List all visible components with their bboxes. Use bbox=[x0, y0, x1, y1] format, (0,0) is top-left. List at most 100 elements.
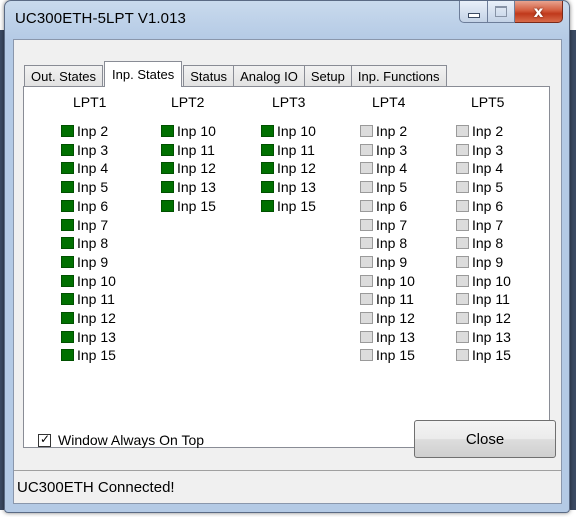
input-indicator: Inp 13 bbox=[161, 179, 216, 195]
input-label: Inp 12 bbox=[77, 310, 116, 326]
input-led bbox=[161, 181, 174, 194]
input-led bbox=[456, 162, 469, 175]
close-window-button[interactable]: x bbox=[515, 1, 563, 23]
desktop-background-right bbox=[570, 30, 576, 510]
input-label: Inp 2 bbox=[77, 123, 109, 139]
input-led bbox=[456, 349, 469, 362]
status-text: UC300ETH Connected! bbox=[17, 478, 175, 496]
input-indicator: Inp 6 bbox=[360, 198, 407, 214]
input-label: Inp 7 bbox=[376, 216, 408, 233]
input-label: Inp 11 bbox=[277, 141, 315, 158]
input-indicator: Inp 2 bbox=[360, 123, 407, 139]
always-on-top-option[interactable]: ✓ Window Always On Top bbox=[38, 432, 204, 448]
tab-inp-states[interactable]: Inp. States bbox=[104, 61, 183, 87]
input-indicator: Inp 15 bbox=[456, 347, 511, 363]
input-label: Inp 10 bbox=[177, 123, 216, 139]
input-led bbox=[261, 162, 274, 175]
input-label: Inp 2 bbox=[472, 123, 504, 139]
tab-setup[interactable]: Setup bbox=[303, 65, 352, 87]
input-led bbox=[161, 162, 174, 175]
input-indicator: Inp 11 bbox=[360, 291, 414, 307]
input-label: Inp 15 bbox=[77, 347, 116, 364]
input-label: Inp 11 bbox=[472, 291, 510, 308]
input-label: Inp 9 bbox=[472, 253, 504, 270]
input-label: Inp 10 bbox=[277, 123, 316, 139]
maximize-button[interactable] bbox=[488, 1, 515, 23]
input-led bbox=[360, 349, 373, 362]
input-led bbox=[456, 143, 469, 156]
tab-inp-functions[interactable]: Inp. Functions bbox=[350, 65, 447, 87]
input-label: Inp 11 bbox=[77, 291, 115, 308]
port-header: LPT4 bbox=[372, 94, 406, 110]
input-indicator: Inp 10 bbox=[360, 273, 415, 289]
input-label: Inp 8 bbox=[376, 235, 408, 252]
input-indicator: Inp 15 bbox=[161, 198, 216, 214]
tab-out-states[interactable]: Out. States bbox=[24, 65, 104, 87]
input-led bbox=[61, 237, 74, 250]
close-button[interactable]: Close bbox=[414, 420, 556, 458]
input-label: Inp 13 bbox=[277, 179, 316, 196]
input-label: Inp 8 bbox=[472, 235, 504, 252]
input-indicator: Inp 12 bbox=[61, 310, 116, 326]
input-label: Inp 9 bbox=[376, 253, 408, 270]
input-indicator: Inp 9 bbox=[360, 254, 407, 270]
input-led bbox=[360, 237, 373, 250]
input-label: Inp 4 bbox=[376, 160, 408, 177]
input-indicator: Inp 6 bbox=[456, 198, 503, 214]
input-led bbox=[456, 274, 469, 287]
input-led bbox=[61, 181, 74, 194]
input-indicator: Inp 7 bbox=[456, 217, 503, 233]
input-indicator: Inp 11 bbox=[261, 142, 315, 158]
port-header: LPT5 bbox=[471, 94, 505, 110]
status-bar: UC300ETH Connected! bbox=[14, 470, 561, 503]
input-indicator: Inp 15 bbox=[261, 198, 316, 214]
input-led bbox=[61, 162, 74, 175]
input-led bbox=[456, 255, 469, 268]
input-led bbox=[360, 330, 373, 343]
input-indicator: Inp 2 bbox=[61, 123, 108, 139]
input-led bbox=[360, 199, 373, 212]
input-led bbox=[61, 293, 74, 306]
input-label: Inp 6 bbox=[376, 197, 408, 214]
inp-states-panel: LPT1 Inp 2 Inp 3 Inp 4 Inp 5 Inp 6 Inp 7 Inp 8I… bbox=[23, 86, 550, 448]
input-led bbox=[61, 125, 74, 137]
input-label: Inp 4 bbox=[77, 160, 109, 177]
input-indicator: Inp 8 bbox=[61, 235, 108, 251]
input-label: Inp 7 bbox=[472, 216, 504, 233]
input-label: Inp 3 bbox=[472, 141, 504, 158]
input-label: Inp 3 bbox=[77, 141, 109, 158]
input-indicator: Inp 3 bbox=[360, 142, 407, 158]
input-indicator: Inp 7 bbox=[61, 217, 108, 233]
input-led bbox=[61, 330, 74, 343]
tab-strip: Out. States Inp. States Status Analog IO Set… bbox=[24, 61, 447, 87]
input-label: Inp 13 bbox=[472, 328, 511, 345]
input-label: Inp 11 bbox=[177, 141, 215, 158]
always-on-top-checkbox[interactable]: ✓ bbox=[38, 431, 51, 447]
input-indicator: Inp 8 bbox=[360, 235, 407, 251]
input-indicator: Inp 10 bbox=[456, 273, 511, 289]
input-indicator: Inp 15 bbox=[61, 347, 116, 363]
minimize-button[interactable] bbox=[459, 1, 488, 23]
port-header: LPT2 bbox=[171, 94, 205, 110]
port-header: LPT1 bbox=[73, 94, 107, 110]
input-led bbox=[456, 312, 469, 324]
tab-analog-io[interactable]: Analog IO bbox=[233, 65, 305, 87]
maximize-icon bbox=[495, 6, 507, 17]
input-label: Inp 5 bbox=[376, 179, 408, 196]
input-indicator: Inp 12 bbox=[456, 310, 511, 326]
input-indicator: Inp 9 bbox=[456, 254, 503, 270]
input-led bbox=[61, 274, 74, 287]
input-indicator: Inp 4 bbox=[61, 160, 108, 176]
checkmark-icon: ✓ bbox=[40, 431, 51, 446]
input-label: Inp 4 bbox=[472, 160, 504, 177]
input-indicator: Inp 11 bbox=[61, 291, 115, 307]
input-indicator: Inp 4 bbox=[360, 160, 407, 176]
input-indicator: Inp 4 bbox=[456, 160, 503, 176]
input-indicator: Inp 13 bbox=[360, 329, 415, 345]
input-label: Inp 5 bbox=[472, 179, 504, 196]
input-label: Inp 10 bbox=[472, 272, 511, 289]
tab-status[interactable]: Status bbox=[183, 65, 235, 87]
input-led bbox=[360, 312, 373, 324]
input-indicator: Inp 5 bbox=[360, 179, 407, 195]
input-indicator: Inp 6 bbox=[61, 198, 108, 214]
